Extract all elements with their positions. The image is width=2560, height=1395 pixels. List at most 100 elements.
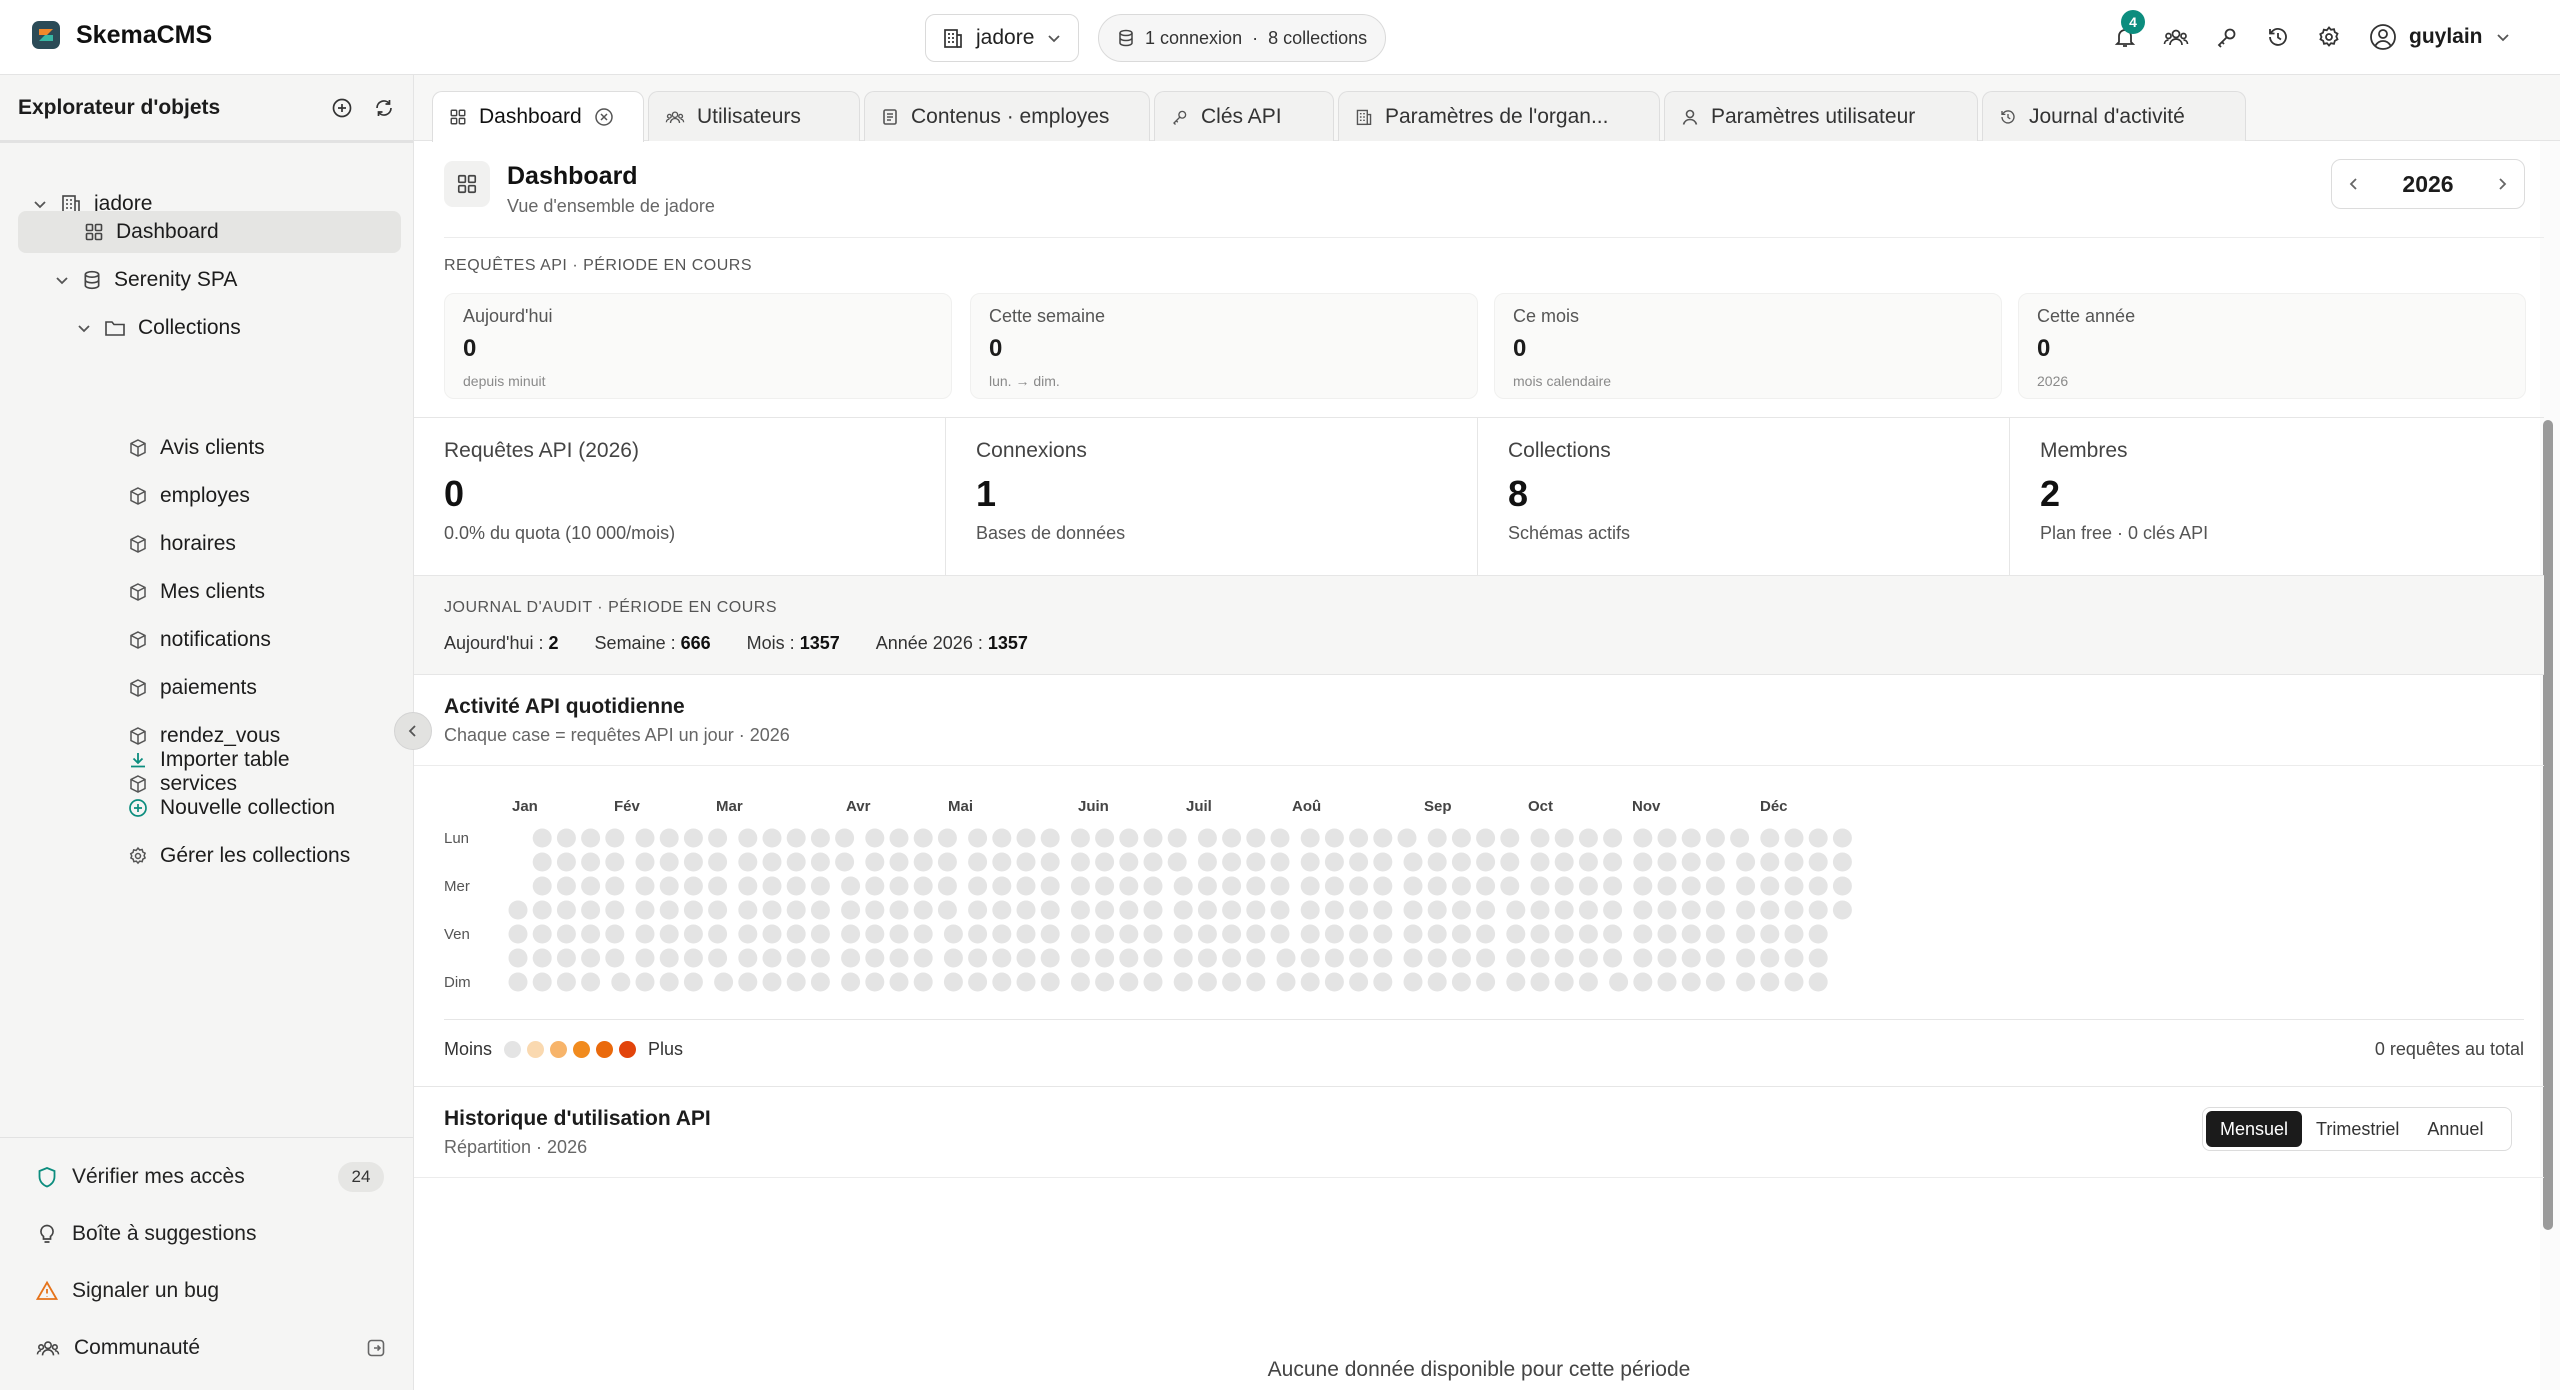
- day-cell[interactable]: [1506, 900, 1526, 920]
- chevron-down-icon[interactable]: [30, 196, 50, 212]
- day-cell[interactable]: [738, 924, 758, 944]
- day-cell[interactable]: [865, 924, 885, 944]
- day-cell[interactable]: [1095, 876, 1115, 896]
- day-cell[interactable]: [1197, 828, 1217, 848]
- day-cell[interactable]: [1173, 972, 1193, 992]
- day-cell[interactable]: [1681, 852, 1701, 872]
- day-cell[interactable]: [810, 852, 830, 872]
- day-cell[interactable]: [1736, 852, 1756, 872]
- day-cell[interactable]: [1324, 924, 1344, 944]
- day-cell[interactable]: [1705, 972, 1725, 992]
- day-cell[interactable]: [1681, 900, 1701, 920]
- day-cell[interactable]: [1222, 924, 1242, 944]
- day-cell[interactable]: [581, 924, 601, 944]
- tree-item-dashboard[interactable]: Dashboard: [18, 211, 401, 253]
- day-cell[interactable]: [1657, 876, 1677, 896]
- day-cell[interactable]: [1681, 924, 1701, 944]
- day-cell[interactable]: [1451, 924, 1471, 944]
- day-cell[interactable]: [786, 852, 806, 872]
- day-cell[interactable]: [1197, 900, 1217, 920]
- day-cell[interactable]: [1578, 828, 1598, 848]
- day-cell[interactable]: [738, 972, 758, 992]
- day-cell[interactable]: [1476, 900, 1496, 920]
- day-cell[interactable]: [1276, 948, 1296, 968]
- day-cell[interactable]: [841, 876, 861, 896]
- day-cell[interactable]: [913, 876, 933, 896]
- day-cell[interactable]: [1270, 900, 1290, 920]
- api-keys-button[interactable]: [2210, 16, 2244, 58]
- day-cell[interactable]: [1657, 900, 1677, 920]
- day-cell[interactable]: [1246, 900, 1266, 920]
- day-cell[interactable]: [1554, 828, 1574, 848]
- day-cell[interactable]: [738, 852, 758, 872]
- day-cell[interactable]: [659, 876, 679, 896]
- day-cell[interactable]: [1167, 852, 1187, 872]
- day-cell[interactable]: [1246, 972, 1266, 992]
- day-cell[interactable]: [762, 900, 782, 920]
- day-cell[interactable]: [1167, 828, 1187, 848]
- day-cell[interactable]: [992, 828, 1012, 848]
- day-cell[interactable]: [1736, 876, 1756, 896]
- verify-access-link[interactable]: Vérifier mes accès: [36, 1159, 245, 1195]
- day-cell[interactable]: [1578, 948, 1598, 968]
- day-cell[interactable]: [1476, 924, 1496, 944]
- day-cell[interactable]: [1246, 828, 1266, 848]
- day-cell[interactable]: [556, 948, 576, 968]
- day-cell[interactable]: [1736, 900, 1756, 920]
- day-cell[interactable]: [532, 828, 552, 848]
- day-cell[interactable]: [581, 828, 601, 848]
- day-cell[interactable]: [1554, 948, 1574, 968]
- day-cell[interactable]: [532, 948, 552, 968]
- day-cell[interactable]: [1603, 900, 1623, 920]
- day-cell[interactable]: [683, 972, 703, 992]
- day-cell[interactable]: [1736, 972, 1756, 992]
- day-cell[interactable]: [1681, 828, 1701, 848]
- day-cell[interactable]: [1657, 972, 1677, 992]
- day-cell[interactable]: [1403, 948, 1423, 968]
- day-cell[interactable]: [1609, 972, 1629, 992]
- day-cell[interactable]: [841, 948, 861, 968]
- day-cell[interactable]: [1603, 876, 1623, 896]
- day-cell[interactable]: [1270, 828, 1290, 848]
- day-cell[interactable]: [1222, 828, 1242, 848]
- day-cell[interactable]: [968, 828, 988, 848]
- day-cell[interactable]: [1270, 876, 1290, 896]
- close-icon[interactable]: [594, 107, 614, 127]
- day-cell[interactable]: [605, 852, 625, 872]
- day-cell[interactable]: [1603, 852, 1623, 872]
- day-cell[interactable]: [1016, 900, 1036, 920]
- day-cell[interactable]: [1070, 876, 1090, 896]
- day-cell[interactable]: [1657, 924, 1677, 944]
- day-cell[interactable]: [683, 828, 703, 848]
- day-cell[interactable]: [810, 948, 830, 968]
- day-cell[interactable]: [937, 876, 957, 896]
- day-cell[interactable]: [913, 900, 933, 920]
- day-cell[interactable]: [1476, 948, 1496, 968]
- day-cell[interactable]: [786, 972, 806, 992]
- report-bug-link[interactable]: Signaler un bug: [36, 1273, 219, 1309]
- day-cell[interactable]: [1119, 972, 1139, 992]
- day-cell[interactable]: [1040, 876, 1060, 896]
- day-cell[interactable]: [1143, 972, 1163, 992]
- day-cell[interactable]: [810, 876, 830, 896]
- day-cell[interactable]: [835, 828, 855, 848]
- day-cell[interactable]: [581, 972, 601, 992]
- suggestion-box-link[interactable]: Boîte à suggestions: [36, 1216, 256, 1252]
- day-cell[interactable]: [1040, 972, 1060, 992]
- day-cell[interactable]: [1070, 924, 1090, 944]
- day-cell[interactable]: [968, 948, 988, 968]
- day-cell[interactable]: [1784, 900, 1804, 920]
- day-cell[interactable]: [556, 876, 576, 896]
- day-cell[interactable]: [913, 948, 933, 968]
- day-cell[interactable]: [1300, 900, 1320, 920]
- day-cell[interactable]: [1808, 972, 1828, 992]
- day-cell[interactable]: [1554, 924, 1574, 944]
- day-cell[interactable]: [1095, 924, 1115, 944]
- day-cell[interactable]: [889, 948, 909, 968]
- day-cell[interactable]: [1349, 900, 1369, 920]
- day-cell[interactable]: [659, 852, 679, 872]
- day-cell[interactable]: [1197, 948, 1217, 968]
- day-cell[interactable]: [1324, 900, 1344, 920]
- day-cell[interactable]: [1173, 924, 1193, 944]
- day-cell[interactable]: [1397, 828, 1417, 848]
